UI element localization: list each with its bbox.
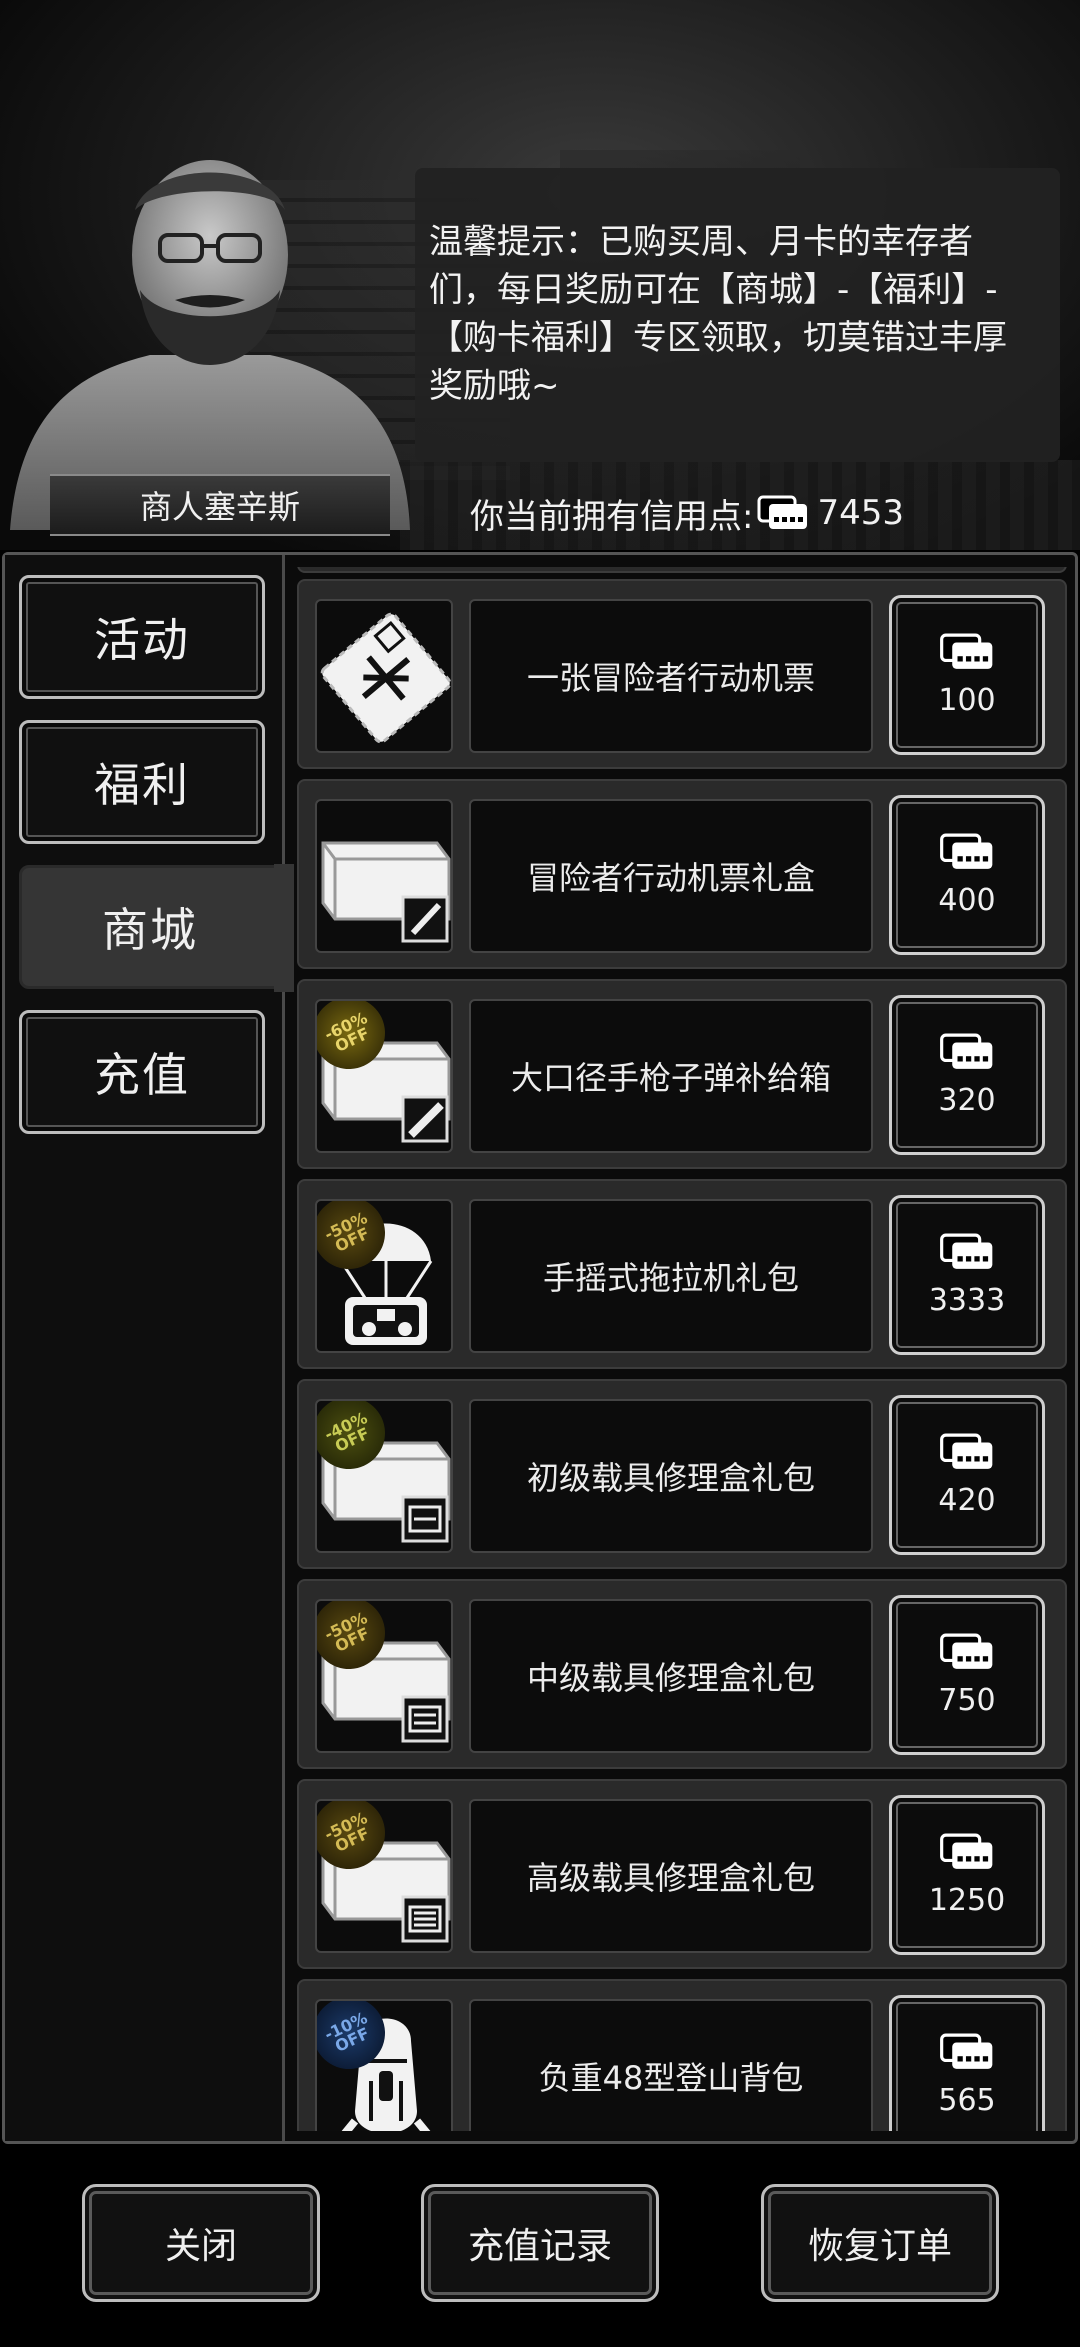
tab-recharge[interactable]: 充值: [19, 1010, 265, 1134]
item-list[interactable]: 一张冒险者行动机票 100 冒险者行动机票礼盒 400 -60% OFF 大口径…: [297, 567, 1067, 2131]
credit-card-icon: [940, 1633, 993, 1669]
item-price: 1250: [928, 1882, 1006, 1918]
item-price: 400: [938, 882, 996, 918]
tip-message: 温馨提示：已购买周、月卡的幸存者们，每日奖励可在【商城】-【福利】-【购卡福利】…: [415, 168, 1060, 462]
item-name: 手摇式拖拉机礼包: [469, 1199, 873, 1353]
buy-button[interactable]: 565: [889, 1995, 1045, 2131]
ticket-icon: [320, 612, 451, 744]
list-item: -50% OFF 中级载具修理盒礼包 750: [297, 1579, 1067, 1769]
recharge-history-button[interactable]: 充值记录: [421, 2184, 659, 2302]
list-item: 冒险者行动机票礼盒 400: [297, 779, 1067, 969]
list-top-edge: [297, 567, 1067, 573]
merchant-name: 商人塞辛斯: [50, 474, 390, 536]
credit-card-icon: [940, 1433, 993, 1469]
category-sidebar: 活动 福利 商城 充值: [5, 555, 294, 2141]
item-price: 100: [938, 682, 996, 718]
item-name: 大口径手枪子弹补给箱: [469, 999, 873, 1153]
buy-button[interactable]: 320: [889, 995, 1045, 1155]
item-icon-box: -50% OFF: [315, 1599, 453, 1753]
list-item: 一张冒险者行动机票 100: [297, 579, 1067, 769]
item-price: 565: [938, 2082, 996, 2118]
shop-panel: 活动 福利 商城 充值 一张冒险者行动机票 100 冒险者行动机票礼盒 400 …: [2, 552, 1078, 2144]
credits-display: 你当前拥有信用点: 7453: [470, 490, 904, 537]
buy-button[interactable]: 1250: [889, 1795, 1045, 1955]
credit-card-icon: [940, 633, 993, 669]
item-icon-box: -40% OFF: [315, 1399, 453, 1553]
tab-welfare[interactable]: 福利: [19, 720, 265, 844]
item-icon-box: -50% OFF: [315, 1799, 453, 1953]
item-name: 初级载具修理盒礼包: [469, 1399, 873, 1553]
item-name: 一张冒险者行动机票: [469, 599, 873, 753]
item-name: 冒险者行动机票礼盒: [469, 799, 873, 953]
list-item: -50% OFF 手摇式拖拉机礼包 3333: [297, 1179, 1067, 1369]
buy-button[interactable]: 420: [889, 1395, 1045, 1555]
credit-card-icon: [940, 1233, 993, 1269]
item-price: 320: [938, 1082, 996, 1118]
item-price: 3333: [928, 1282, 1006, 1318]
item-name: 高级载具修理盒礼包: [469, 1799, 873, 1953]
restore-orders-button[interactable]: 恢复订单: [761, 2184, 999, 2302]
item-name: 负重48型登山背包: [469, 1999, 873, 2131]
item-icon-box: -60% OFF: [315, 999, 453, 1153]
close-button[interactable]: 关闭: [82, 2184, 320, 2302]
list-item: -60% OFF 大口径手枪子弹补给箱 320: [297, 979, 1067, 1169]
item-icon-box: [315, 599, 453, 753]
credit-card-icon: [757, 495, 808, 529]
merchant-portrait: [10, 160, 410, 530]
item-icon-box: [315, 799, 453, 953]
list-item: -40% OFF 初级载具修理盒礼包 420: [297, 1379, 1067, 1569]
tab-mall[interactable]: 商城: [19, 864, 294, 992]
buy-button[interactable]: 750: [889, 1595, 1045, 1755]
item-icon-box: -50% OFF: [315, 1199, 453, 1353]
credit-card-icon: [940, 2033, 993, 2069]
buy-button[interactable]: 100: [889, 595, 1045, 755]
credit-card-icon: [940, 1833, 993, 1869]
credits-value: 7453: [817, 493, 904, 533]
item-price: 420: [938, 1482, 996, 1518]
merchant-header: 商人塞辛斯 温馨提示：已购买周、月卡的幸存者们，每日奖励可在【商城】-【福利】-…: [0, 0, 1080, 550]
list-item: -10% OFF 负重48型登山背包 565: [297, 1979, 1067, 2131]
buy-button[interactable]: 3333: [889, 1195, 1045, 1355]
buy-button[interactable]: 400: [889, 795, 1045, 955]
item-icon-box: -10% OFF: [315, 1999, 453, 2131]
credit-card-icon: [940, 833, 993, 869]
credits-label: 你当前拥有信用点:: [470, 496, 754, 537]
list-item: -50% OFF 高级载具修理盒礼包 1250: [297, 1779, 1067, 1969]
footer-bar: 关闭 充值记录 恢复订单: [0, 2146, 1080, 2347]
crate-ticket-icon: [321, 841, 451, 943]
item-price: 750: [938, 1682, 996, 1718]
credit-card-icon: [940, 1033, 993, 1069]
item-name: 中级载具修理盒礼包: [469, 1599, 873, 1753]
tab-activity[interactable]: 活动: [19, 575, 265, 699]
